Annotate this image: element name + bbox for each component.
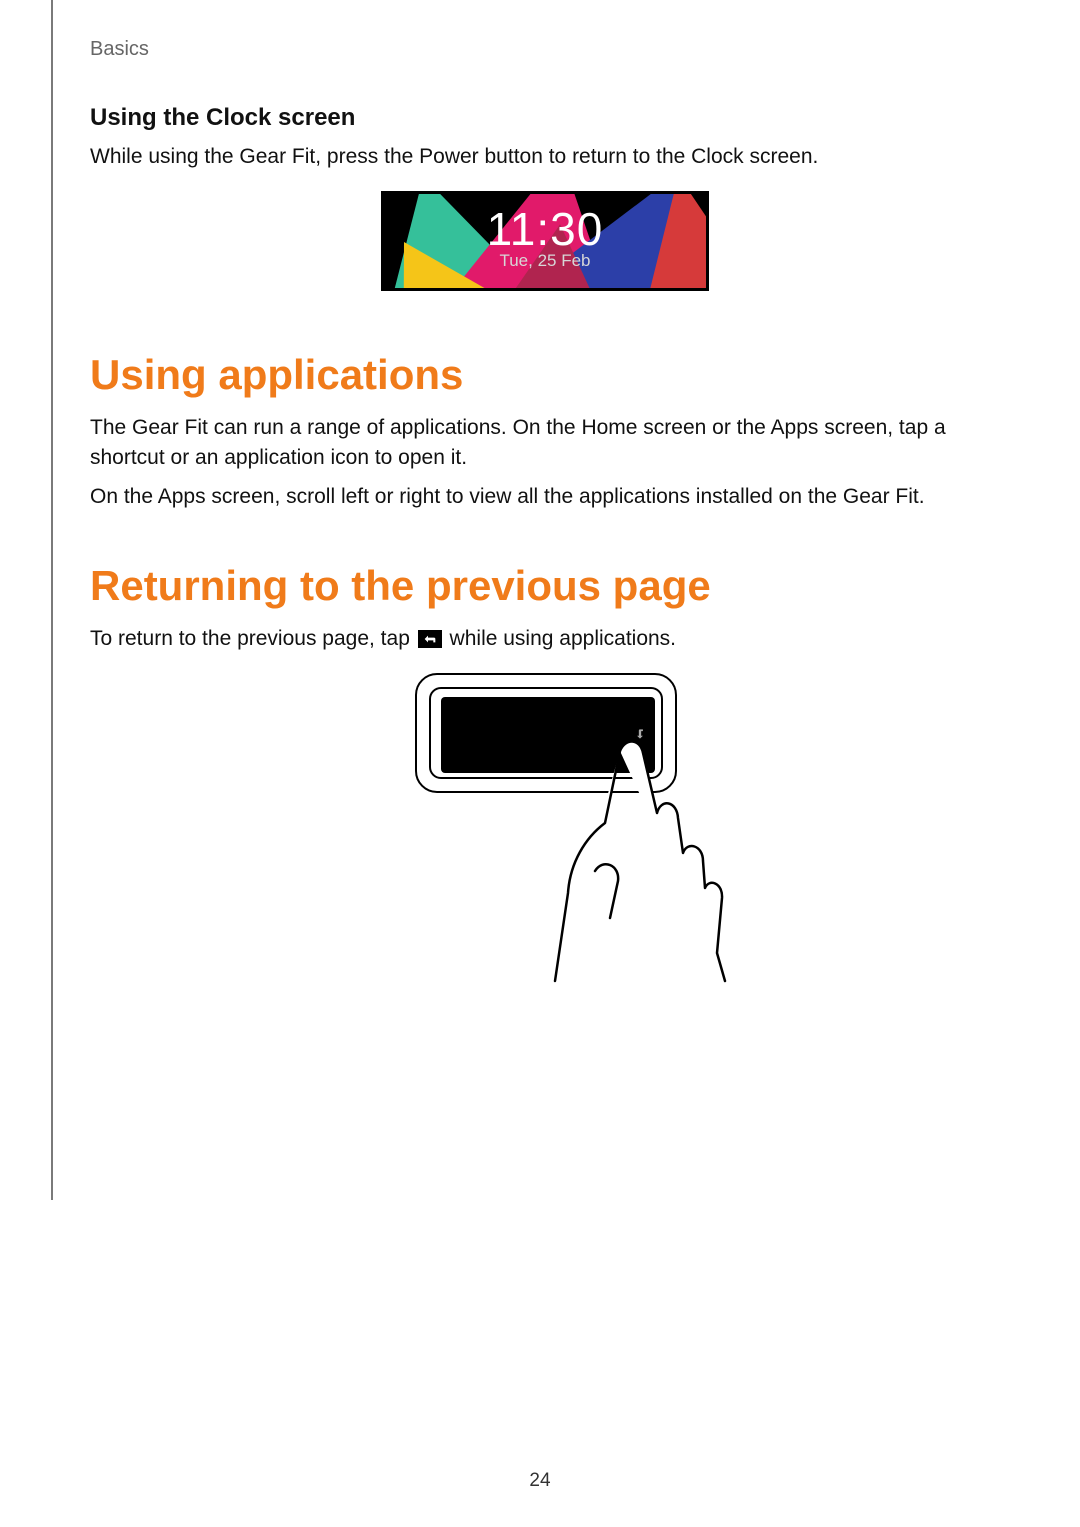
heading-using-applications: Using applications — [90, 351, 1000, 399]
back-icon — [418, 630, 442, 648]
hand-illustration — [425, 703, 745, 983]
clock-time: 11:30 — [384, 202, 706, 256]
heading-returning: Returning to the previous page — [90, 562, 1000, 610]
body-returning-post: while using applications. — [444, 627, 676, 650]
device-tap-illustration — [385, 673, 705, 973]
clock-date: Tue, 25 Feb — [384, 251, 706, 271]
body-returning-pre: To return to the previous page, tap — [90, 627, 416, 650]
body-apps-1: The Gear Fit can run a range of applicat… — [90, 413, 1000, 472]
side-rule — [51, 0, 53, 1200]
clock-screen-illustration: 11:30 Tue, 25 Feb — [381, 191, 709, 291]
subheading-clock: Using the Clock screen — [90, 104, 1000, 132]
body-apps-2: On the Apps screen, scroll left or right… — [90, 482, 1000, 511]
page-number: 24 — [0, 1470, 1080, 1492]
header-section-label: Basics — [90, 38, 149, 61]
page-content: Using the Clock screen While using the G… — [90, 104, 1000, 973]
body-returning: To return to the previous page, tap whil… — [90, 624, 1000, 653]
body-clock: While using the Gear Fit, press the Powe… — [90, 142, 1000, 171]
